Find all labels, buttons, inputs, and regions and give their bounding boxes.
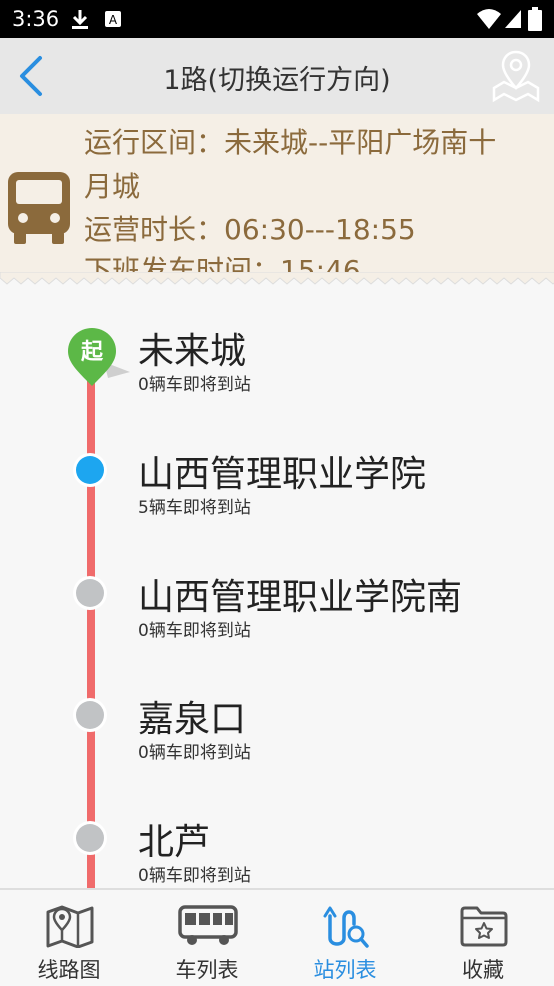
bus-icon <box>178 905 238 945</box>
arrival-count: 5辆车即将到站 <box>138 498 251 518</box>
station-name: 未来城 <box>138 331 247 372</box>
wifi-icon <box>477 9 501 29</box>
tab-bus-list[interactable]: 车列表 <box>138 890 276 986</box>
page-title[interactable]: 1路(切换运行方向) <box>100 58 454 97</box>
download-icon <box>72 10 88 29</box>
station-item[interactable]: 山西管理职业学院南 0辆车即将到站 <box>0 564 554 674</box>
station-name: 嘉泉口 <box>138 699 247 740</box>
favorite-folder-icon <box>460 906 508 947</box>
route-range: 运行区间：未来城--平阳广场南十 <box>84 126 497 159</box>
tab-label: 车列表 <box>175 958 239 982</box>
map-pin-icon[interactable] <box>490 48 542 104</box>
route-range-cont: 月城 <box>84 170 141 203</box>
station-item[interactable]: 未来城 0辆车即将到站 <box>0 318 554 428</box>
station-dot <box>73 576 107 610</box>
signal-icon <box>505 10 521 28</box>
app-header: 1路(切换运行方向) <box>0 38 554 114</box>
station-name: 山西管理职业学院南 <box>138 577 463 618</box>
tab-station-list[interactable]: 站列表 <box>276 890 414 986</box>
status-time: 3:36 <box>12 7 60 31</box>
map-icon <box>46 905 94 948</box>
arrival-count: 0辆车即将到站 <box>138 743 251 763</box>
station-item[interactable]: 山西管理职业学院 5辆车即将到站 <box>0 441 554 551</box>
tab-label: 收藏 <box>462 958 504 982</box>
bus-icon <box>8 172 70 244</box>
arrival-count: 0辆车即将到站 <box>138 375 251 395</box>
station-dot <box>73 821 107 855</box>
status-bar: 3:36 A <box>0 0 554 38</box>
station-item[interactable]: 北芦 0辆车即将到站 <box>0 809 554 888</box>
battery-icon <box>528 7 542 31</box>
tab-label: 站列表 <box>313 958 377 982</box>
station-name: 山西管理职业学院 <box>138 454 427 495</box>
zigzag-divider <box>0 272 554 288</box>
station-item[interactable]: 嘉泉口 0辆车即将到站 <box>0 686 554 796</box>
route-info-panel: 运行区间：未来城--平阳广场南十 月城 运营时长：06:30---18:55 下… <box>0 114 554 287</box>
station-list: 起 未来城 0辆车即将到站 山西管理职业学院 5辆车即将到站 山西管理职业学院南… <box>0 288 554 888</box>
route-search-icon <box>323 906 369 948</box>
bottom-tab-bar: 线路图 车列表 站列表 收藏 <box>0 888 554 986</box>
station-name: 北芦 <box>138 822 211 863</box>
tab-favorites[interactable]: 收藏 <box>414 890 552 986</box>
station-dot <box>73 698 107 732</box>
keyboard-a-icon: A <box>105 11 121 27</box>
station-dot-active <box>73 453 107 487</box>
arrival-count: 0辆车即将到站 <box>138 621 251 641</box>
back-icon[interactable] <box>12 52 52 100</box>
arrival-count: 0辆车即将到站 <box>138 866 251 886</box>
tab-label: 线路图 <box>37 958 101 982</box>
svg-text:A: A <box>109 13 118 27</box>
tab-route-map[interactable]: 线路图 <box>0 890 138 986</box>
operating-hours: 运营时长：06:30---18:55 <box>84 213 416 246</box>
